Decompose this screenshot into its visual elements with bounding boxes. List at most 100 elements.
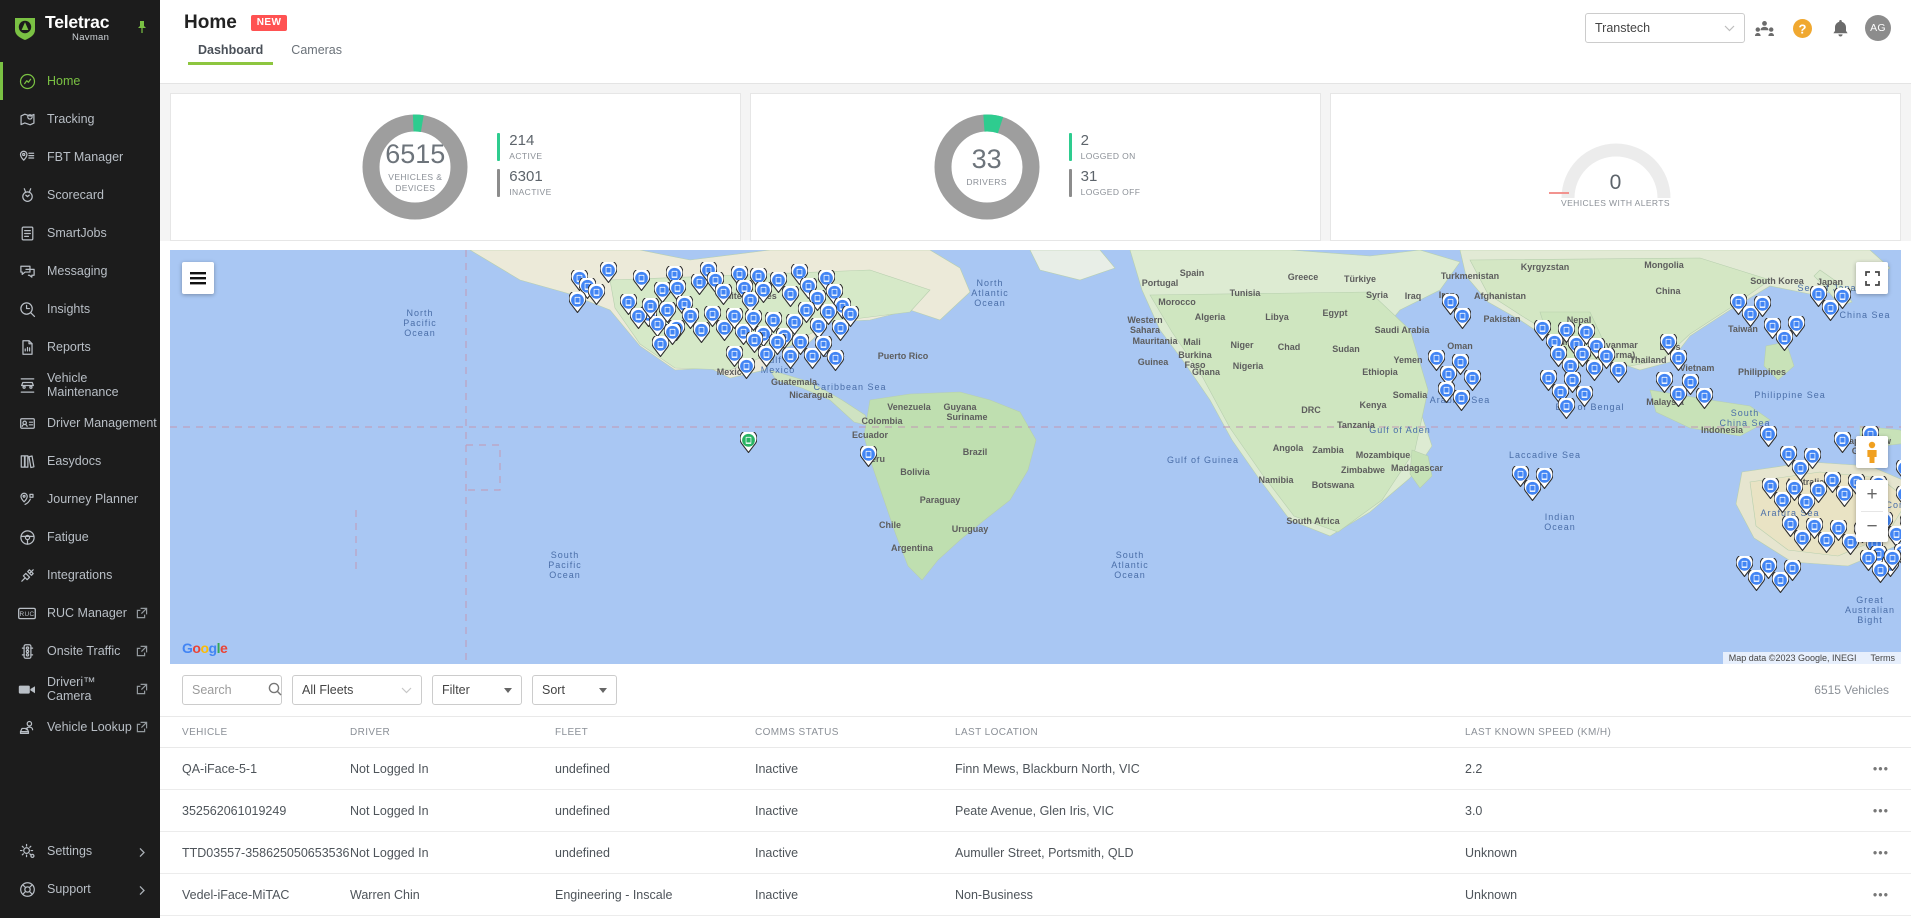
street-view-pegman-icon[interactable] [1856,436,1888,468]
filter-dropdown[interactable]: Filter [432,675,522,705]
search-input-wrapper[interactable] [182,675,282,705]
map-vehicle-marker[interactable] [1760,426,1777,447]
cell-driver: Not Logged In [350,804,555,818]
help-icon[interactable]: ? [1783,9,1821,47]
map-vehicle-marker[interactable] [1558,398,1575,419]
map-vehicle-marker[interactable] [600,262,617,283]
sidebar-item-journey-planner[interactable]: Journey Planner [0,480,160,518]
map-vehicle-marker[interactable] [1784,560,1801,581]
table-row[interactable]: TTD03557-358625050653536 Not Logged In u… [160,832,1911,874]
chevron-right-icon [138,847,146,855]
legend-value: 6301 [509,169,551,185]
sidebar-item-fbt-manager[interactable]: FBT Manager [0,138,160,176]
map-vehicle-marker[interactable] [1834,288,1851,309]
map-vehicle-marker[interactable] [1670,350,1687,371]
tab-cameras[interactable]: Cameras [277,43,356,65]
tab-dashboard[interactable]: Dashboard [184,43,277,65]
sidebar-item-tracking[interactable]: Tracking [0,100,160,138]
table-column-header[interactable]: LAST LOCATION [955,727,1465,738]
map-vehicle-marker[interactable] [569,292,586,313]
map-vehicle-marker[interactable] [1454,308,1471,329]
sidebar-item-insights[interactable]: Insights [0,290,160,328]
table-column-header[interactable]: LAST KNOWN SPEED (KM/H) [1465,727,1851,738]
fleet-map[interactable]: North Pacific OceanNorth Atlantic OceanS… [170,250,1901,664]
sidebar-item-driver-management[interactable]: Driver Management [0,404,160,442]
map-vehicle-marker[interactable] [1696,388,1713,409]
more-horizontal-icon[interactable]: ••• [1851,762,1911,776]
sidebar-item-ruc-manager[interactable]: RUC RUC Manager [0,594,160,632]
map-vehicle-marker[interactable] [1754,296,1771,317]
sidebar-item-driveri-camera[interactable]: Driveri™ Camera [0,670,160,708]
sidebar-item-label: Journey Planner [47,492,138,506]
table-column-header[interactable]: COMMS STATUS [755,727,955,738]
table-column-header[interactable]: DRIVER [350,727,555,738]
map-vehicle-marker[interactable] [827,350,844,371]
table-column-header[interactable]: FLEET [555,727,755,738]
table-column-header[interactable]: VEHICLE [160,727,350,738]
map-vehicle-marker[interactable] [664,324,681,345]
map-vehicle-marker[interactable] [1610,362,1627,383]
sidebar-item-support[interactable]: Support [0,870,160,908]
map-terms-link[interactable]: Terms [1871,653,1896,663]
cell-last-location: Aumuller Street, Portsmith, QLD [955,846,1465,860]
pin-icon[interactable] [137,20,147,34]
sidebar-item-integrations[interactable]: Integrations [0,556,160,594]
avatar[interactable]: AG [1865,15,1891,41]
filter-dropdown-label: Filter [442,683,470,697]
bell-icon[interactable] [1821,9,1859,47]
table-row[interactable]: QA-iFace-5-1 Not Logged In undefined Ina… [160,748,1911,790]
brand-logo-block[interactable]: Teletrac Navman [0,0,160,56]
fleet-selector[interactable]: All Fleets [292,675,422,705]
zoom-out-button[interactable]: − [1856,512,1888,543]
zoom-in-button[interactable]: + [1856,480,1888,511]
map-vehicle-marker[interactable] [738,358,755,379]
books-icon [18,452,36,470]
sidebar-item-smartjobs[interactable]: SmartJobs [0,214,160,252]
map-vehicle-marker[interactable] [1576,386,1593,407]
map-vehicle-marker[interactable] [1896,460,1901,481]
sidebar-item-messaging[interactable]: Messaging [0,252,160,290]
map-vehicle-marker[interactable] [715,284,732,305]
table-row[interactable]: 352562061019249 Not Logged In undefined … [160,790,1911,832]
table-row[interactable]: Vedel-iFace-MiTAC Warren Chin Engineerin… [160,874,1911,916]
map-vehicle-marker[interactable] [1453,390,1470,411]
map-vehicle-marker[interactable] [1884,550,1901,571]
map-vehicle-marker[interactable] [782,286,799,307]
sidebar-item-onsite-traffic[interactable]: Onsite Traffic [0,632,160,670]
organisation-selector[interactable]: Transtech [1585,13,1745,43]
sidebar-item-vehicle-lookup[interactable]: Vehicle Lookup [0,708,160,746]
map-vehicle-marker[interactable] [1464,370,1481,391]
map-vehicle-marker[interactable] [1900,514,1901,535]
sidebar-item-vehicle-maintenance[interactable]: Vehicle Maintenance [0,366,160,404]
map-vehicle-marker[interactable] [860,446,877,467]
map-layers-menu-icon[interactable] [182,262,214,294]
map-vehicle-marker[interactable] [1804,448,1821,469]
video-camera-icon [18,680,36,698]
new-badge: NEW [251,15,288,31]
map-vehicle-marker[interactable] [740,432,757,453]
cell-comms-status: Inactive [755,888,955,902]
map-vehicle-marker[interactable] [588,284,605,305]
sidebar-item-easydocs[interactable]: Easydocs [0,442,160,480]
map-vehicle-marker[interactable] [642,298,659,319]
more-horizontal-icon[interactable]: ••• [1851,846,1911,860]
more-horizontal-icon[interactable]: ••• [1851,888,1911,902]
map-vehicle-marker[interactable] [1788,316,1805,337]
map-vehicle-marker[interactable] [1536,468,1553,489]
map-vehicle-marker[interactable] [633,270,650,291]
share-users-icon[interactable] [1745,9,1783,47]
map-vehicle-marker[interactable] [1896,486,1901,507]
sort-dropdown[interactable]: Sort [532,675,617,705]
sidebar-item-home[interactable]: Home [0,62,160,100]
more-horizontal-icon[interactable]: ••• [1851,804,1911,818]
map-zoom-controls[interactable]: + − [1856,480,1888,542]
cell-vehicle: 352562061019249 [160,804,350,818]
map-vehicle-marker[interactable] [1834,432,1851,453]
sidebar-item-reports[interactable]: Reports [0,328,160,366]
sidebar-item-scorecard[interactable]: Scorecard [0,176,160,214]
map-vehicle-marker[interactable] [842,306,859,327]
fullscreen-icon[interactable] [1856,262,1888,294]
search-input[interactable] [192,683,268,697]
sidebar-item-fatigue[interactable]: Fatigue [0,518,160,556]
sidebar-item-settings[interactable]: Settings [0,832,160,870]
